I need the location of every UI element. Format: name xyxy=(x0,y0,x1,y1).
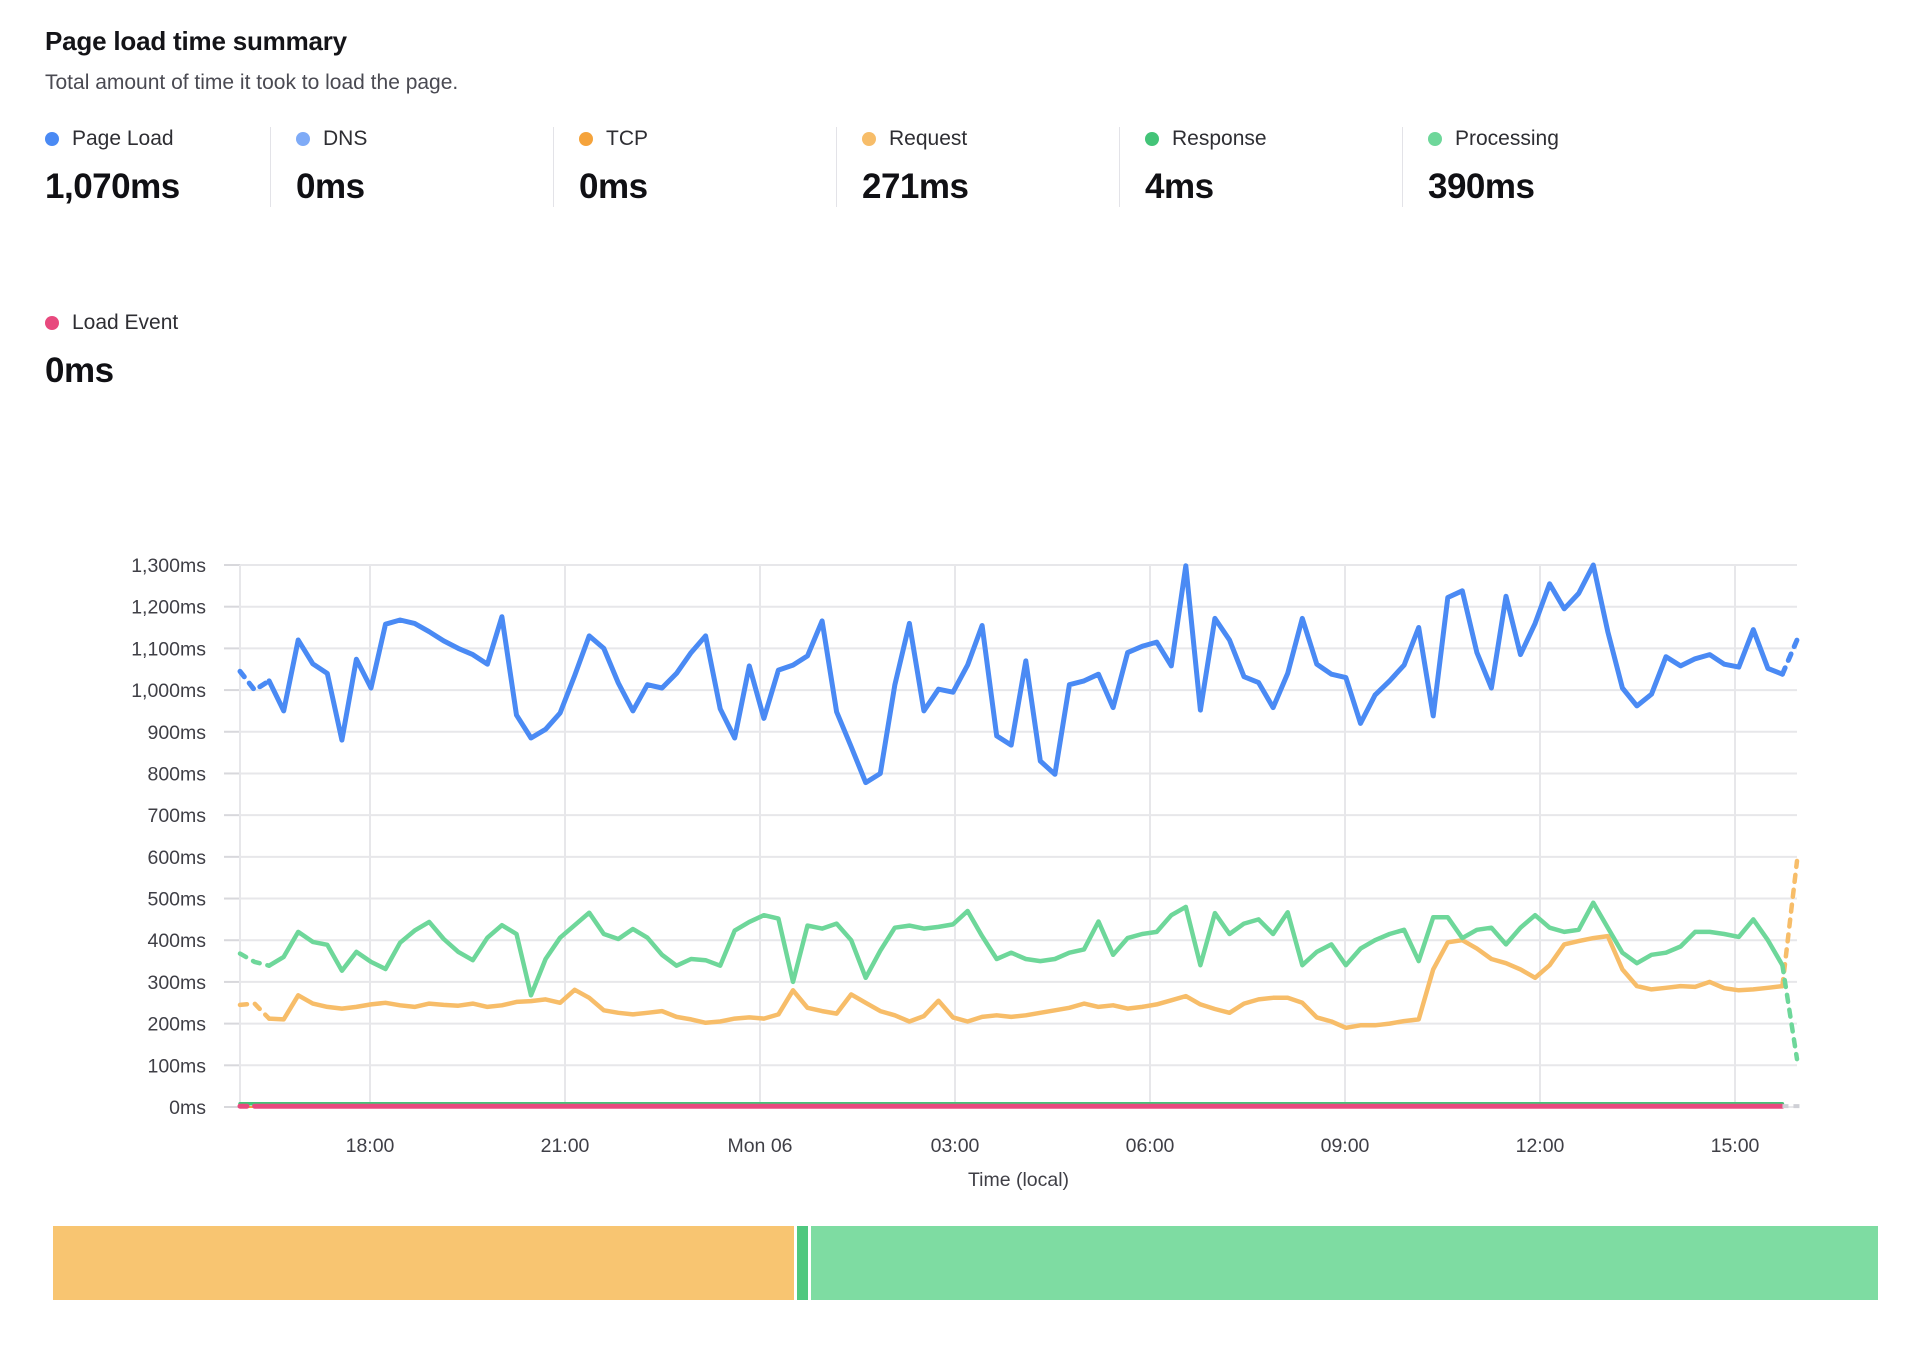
processing-legend-dot-icon xyxy=(1428,132,1442,146)
request-metric-label: Request xyxy=(889,127,967,151)
load-time-line-chart: 0ms 100ms 200ms 300ms 400ms 500ms 600ms 700ms 80… xyxy=(0,430,1910,1224)
metric-dns: DNS 0ms xyxy=(270,127,553,207)
metric-page-load: Page Load 1,070ms xyxy=(45,127,270,207)
phase-bar-segment-response xyxy=(797,1226,808,1300)
axis-label: 12:00 xyxy=(1516,1135,1565,1157)
page-load-metric-value: 1,070ms xyxy=(45,167,270,207)
page-title: Page load time summary xyxy=(45,26,1865,57)
chart-series-line-11 xyxy=(240,671,269,690)
axis-label: 1,200ms xyxy=(131,597,206,619)
page-load-summary-panel: Page load time summary Total amount of t… xyxy=(0,0,1910,1352)
metric-load-event: Load Event 0ms xyxy=(45,311,270,391)
axis-label: 1,100ms xyxy=(131,638,206,660)
tcp-metric-value: 0ms xyxy=(579,167,836,207)
axis-label: 09:00 xyxy=(1321,1135,1370,1157)
response-metric-label: Response xyxy=(1172,127,1267,151)
metric-response: Response 4ms xyxy=(1119,127,1402,207)
axis-label: 500ms xyxy=(147,889,206,911)
page-load-legend-dot-icon xyxy=(45,132,59,146)
load-event-legend-dot-icon xyxy=(45,316,59,330)
load-event-metric-value: 0ms xyxy=(45,351,270,391)
axis-label: 800ms xyxy=(147,763,206,785)
chart-series-line-12 xyxy=(269,565,1782,783)
dns-metric-label: DNS xyxy=(323,127,367,151)
axis-label: 1,000ms xyxy=(131,680,206,702)
metric-tcp: TCP 0ms xyxy=(553,127,836,207)
metric-processing: Processing 390ms xyxy=(1402,127,1685,207)
axis-label: 300ms xyxy=(147,972,206,994)
metrics-summary-row-2: Load Event 0ms xyxy=(45,311,1910,391)
response-metric-value: 4ms xyxy=(1145,167,1402,207)
axis-label: 06:00 xyxy=(1126,1135,1175,1157)
dns-metric-value: 0ms xyxy=(296,167,553,207)
phase-bar-segment-processing xyxy=(811,1226,1878,1300)
processing-metric-label: Processing xyxy=(1455,127,1559,151)
axis-label: 0ms xyxy=(169,1097,206,1119)
chart-series-line-10 xyxy=(1782,965,1797,1059)
axis-label: 21:00 xyxy=(541,1135,590,1157)
page-subtitle: Total amount of time it took to load the… xyxy=(45,71,1865,95)
phase-bar-segment-request xyxy=(53,1226,794,1300)
axis-label: 700ms xyxy=(147,805,206,827)
axis-label: 600ms xyxy=(147,847,206,869)
axis-label: 03:00 xyxy=(931,1135,980,1157)
metric-request: Request 271ms xyxy=(836,127,1119,207)
request-legend-dot-icon xyxy=(862,132,876,146)
phase-proportion-bar xyxy=(53,1226,1878,1300)
request-metric-value: 271ms xyxy=(862,167,1119,207)
axis-label: 18:00 xyxy=(346,1135,395,1157)
load-event-metric-label: Load Event xyxy=(72,311,178,335)
dns-legend-dot-icon xyxy=(296,132,310,146)
page-load-metric-label: Page Load xyxy=(72,127,174,151)
chart-series-line-8 xyxy=(240,954,269,966)
tcp-metric-label: TCP xyxy=(606,127,648,151)
axis-label: 200ms xyxy=(147,1014,206,1036)
response-legend-dot-icon xyxy=(1145,132,1159,146)
axis-label: 400ms xyxy=(147,930,206,952)
metrics-summary-row: Page Load 1,070ms DNS 0ms TCP 0ms Request 271ms… xyxy=(45,127,1910,207)
axis-label: 100ms xyxy=(147,1055,206,1077)
axis-label: 1,300ms xyxy=(131,555,206,577)
tcp-legend-dot-icon xyxy=(579,132,593,146)
axis-label: Mon 06 xyxy=(727,1135,792,1157)
axis-label: 900ms xyxy=(147,722,206,744)
chart-series-line-5 xyxy=(240,1004,269,1019)
processing-metric-value: 390ms xyxy=(1428,167,1685,207)
chart-series-line-13 xyxy=(1782,640,1797,674)
axis-label: 15:00 xyxy=(1711,1135,1760,1157)
header: Page load time summary Total amount of t… xyxy=(0,0,1910,95)
x-axis-title: Time (local) xyxy=(968,1169,1069,1191)
